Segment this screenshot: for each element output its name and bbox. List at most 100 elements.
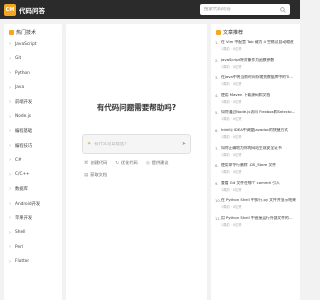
article-item: 6. Intellij IDEA中调整Javadoc的快捷方式 1周前 · 0位赞 [211,125,300,143]
sidebar-item[interactable]: › Android开发 [4,197,62,212]
article-meta: 1周前 · 0位赞 [221,205,242,210]
sidebar-item[interactable]: › Python [4,66,62,81]
sidebar-item[interactable]: › JavaScript [4,37,62,52]
article-title-link[interactable]: 如何正确地为你的网站生成安全证书 [221,146,282,151]
sidebar-item-label: Shell [15,230,26,236]
article-meta: 1周前 · 0位赞 [221,134,242,139]
sidebar-item[interactable]: › Git [4,52,62,67]
main-panel: 有代码问题需要帮助吗? ✦ ➤ ⌘ 创建代码 ↻ 优化代码 ◎ 提供建议 ▤ 获… [66,24,207,300]
sidebar-item[interactable]: › C/C++ [4,168,62,183]
chevron-right-icon: › [9,229,11,236]
chevron-right-icon: › [9,200,11,207]
article-meta: 1周前 · 0位赞 [221,117,242,122]
ask-input[interactable] [94,141,182,147]
chevron-right-icon: › [9,142,11,149]
article-meta: 1周前 · 0位赞 [221,82,242,87]
chevron-right-icon: › [9,55,11,62]
article-list: 1. 在 Vim 中配置 Tab 键为 4 空格及自动缩进 1周前 · 0位赞 2. J… [211,37,300,231]
article-item: 8. 使用命令行删除 .DS_Store 文件 1周前 · 0位赞 [211,160,300,178]
sidebar-item-label: 数据库 [15,187,28,193]
article-title-link[interactable]: 使用命令行删除 .DS_Store 文件 [221,163,276,168]
sidebar-item-label: C/C++ [15,172,30,178]
chip-label: 创建代码 [90,160,108,165]
article-meta: 1周前 · 0位赞 [221,99,242,104]
article-item: 1. 在 Vim 中配置 Tab 键为 4 空格及自动缩进 1周前 · 0位赞 [211,37,300,55]
chevron-right-icon: › [9,84,11,91]
article-title-link[interactable]: 在 Vim 中配置 Tab 键为 4 空格及自动缩进 [221,40,294,45]
article-meta: 1周前 · 0位赞 [221,152,242,157]
article-item: 5.如何通过Node.js访问 Flexbox和Selector的提示1周前 ·… [211,107,300,125]
articles-section-title: 文章推荐 [211,28,300,37]
send-icon[interactable]: ➤ [182,141,186,147]
sidebar-item[interactable]: › Shell [4,226,62,241]
article-title-link[interactable]: 使用 Maven 下载源码和文档 [221,93,270,98]
article-title-link[interactable]: 在Java中将当前时间存储到数据库中的Timestamp字段 [221,75,296,80]
chip-label: 提供建议 [151,160,169,165]
article-item: 10. 在 Python Shell 中执行.py 文件并显示结果 1周前 · 0位… [211,195,300,213]
sidebar-item-label: Java [15,85,25,91]
sparkle-icon: ✦ [87,141,92,147]
top-search-box [200,4,290,15]
sidebar-section-title: 热门技术 [4,28,62,37]
chevron-right-icon: › [9,70,11,77]
fire-icon [9,30,14,35]
article-meta: 1周前 · 0位赞 [221,170,242,175]
article-item: 9. 查看 Git 文件在哪个 commit 引入 1周前 · 0位赞 [211,178,300,196]
top-header: CM 代码问答 [0,0,300,19]
article-title-link[interactable]: 查看 Git 文件在哪个 commit 引入 [221,181,280,186]
chip-get-docs[interactable]: ▤ 获取文档 [84,172,107,178]
sidebar-item[interactable]: › Perl [4,240,62,255]
article-item: 2. JavaScript将对象作为函数参数 1周前 · 0位赞 [211,55,300,73]
sidebar-item-label: 前端开发 [15,100,33,106]
sidebar-item-label: 编程基础 [15,129,33,135]
sidebar-item-label: Perl [15,244,24,250]
chevron-right-icon: › [9,128,11,135]
sidebar-section-label: 热门技术 [16,30,37,36]
chip-suggestions[interactable]: ◎ 提供建议 [146,160,169,166]
book-icon [216,30,221,35]
suggestion-chips: ⌘ 创建代码 ↻ 优化代码 ◎ 提供建议 [84,160,177,166]
chevron-right-icon: › [9,113,11,120]
sidebar-item[interactable]: › C# [4,153,62,168]
refresh-icon: ↻ [115,160,120,166]
sidebar-item[interactable]: › Java [4,81,62,96]
chip-create-code[interactable]: ⌘ 创建代码 [84,160,107,166]
chip-label: 优化代码 [121,160,138,165]
chevron-right-icon: › [9,258,11,265]
sidebar-list: › JavaScript › Git › Python › Java › 前端开发 › Node.js… [4,37,62,269]
chip-label: 获取文档 [90,172,108,177]
logo-text: 代码问答 [19,6,45,15]
page-title: 有代码问题需要帮助吗? [96,103,177,112]
sidebar-item[interactable]: › 数据库 [4,182,62,197]
search-icon[interactable] [280,6,286,13]
sidebar-item[interactable]: › Flutter [4,255,62,270]
article-title-link[interactable]: 用 Python Shell 中直接运行外部文件的方法 [221,216,296,221]
sidebar-item[interactable]: › 编程技巧 [4,139,62,154]
article-title-link[interactable]: JavaScript将对象作为函数参数 [221,58,274,63]
chevron-right-icon: › [9,244,11,251]
sidebar-item[interactable]: › Node.js [4,110,62,125]
article-title-link[interactable]: Intellij IDEA中调整Javadoc的快捷方式 [221,128,288,133]
article-title-link[interactable]: 在 Python Shell 中执行.py 文件并显示结果 [221,198,296,203]
sidebar-item-label: Python [15,70,30,76]
article-meta: 1周前 · 0位赞 [221,47,242,51]
logo-badge: CM [4,3,16,16]
sidebar-item-label: Flutter [15,259,30,265]
article-item: 4. 使用 Maven 下载源码和文档 1周前 · 0位赞 [211,90,300,108]
chip-optimize-code[interactable]: ↻ 优化代码 [115,160,138,166]
sidebar-item-label: 苹果开发 [15,216,33,222]
sidebar-item[interactable]: › 编程基础 [4,124,62,139]
sidebar-item-label: JavaScript [15,41,37,47]
sidebar-item[interactable]: › 苹果开发 [4,211,62,226]
sidebar: 热门技术 › JavaScript › Git › Python › Java › 前端开发 › No… [4,24,62,300]
article-meta: 1周前 · 0位赞 [221,222,242,227]
site-logo[interactable]: CM 代码问答 [4,3,45,16]
sidebar-item-label: 编程技巧 [15,143,33,149]
chevron-right-icon: › [9,215,11,222]
article-title-link[interactable]: 如何通过Node.js访问 Flexbox和Selector的提示 [221,110,296,115]
sidebar-item[interactable]: › 前端开发 [4,95,62,110]
sidebar-item-label: Node.js [15,114,32,120]
top-search-input[interactable] [204,7,280,12]
chevron-right-icon: › [9,157,11,164]
code-icon: ⌘ [84,160,89,166]
